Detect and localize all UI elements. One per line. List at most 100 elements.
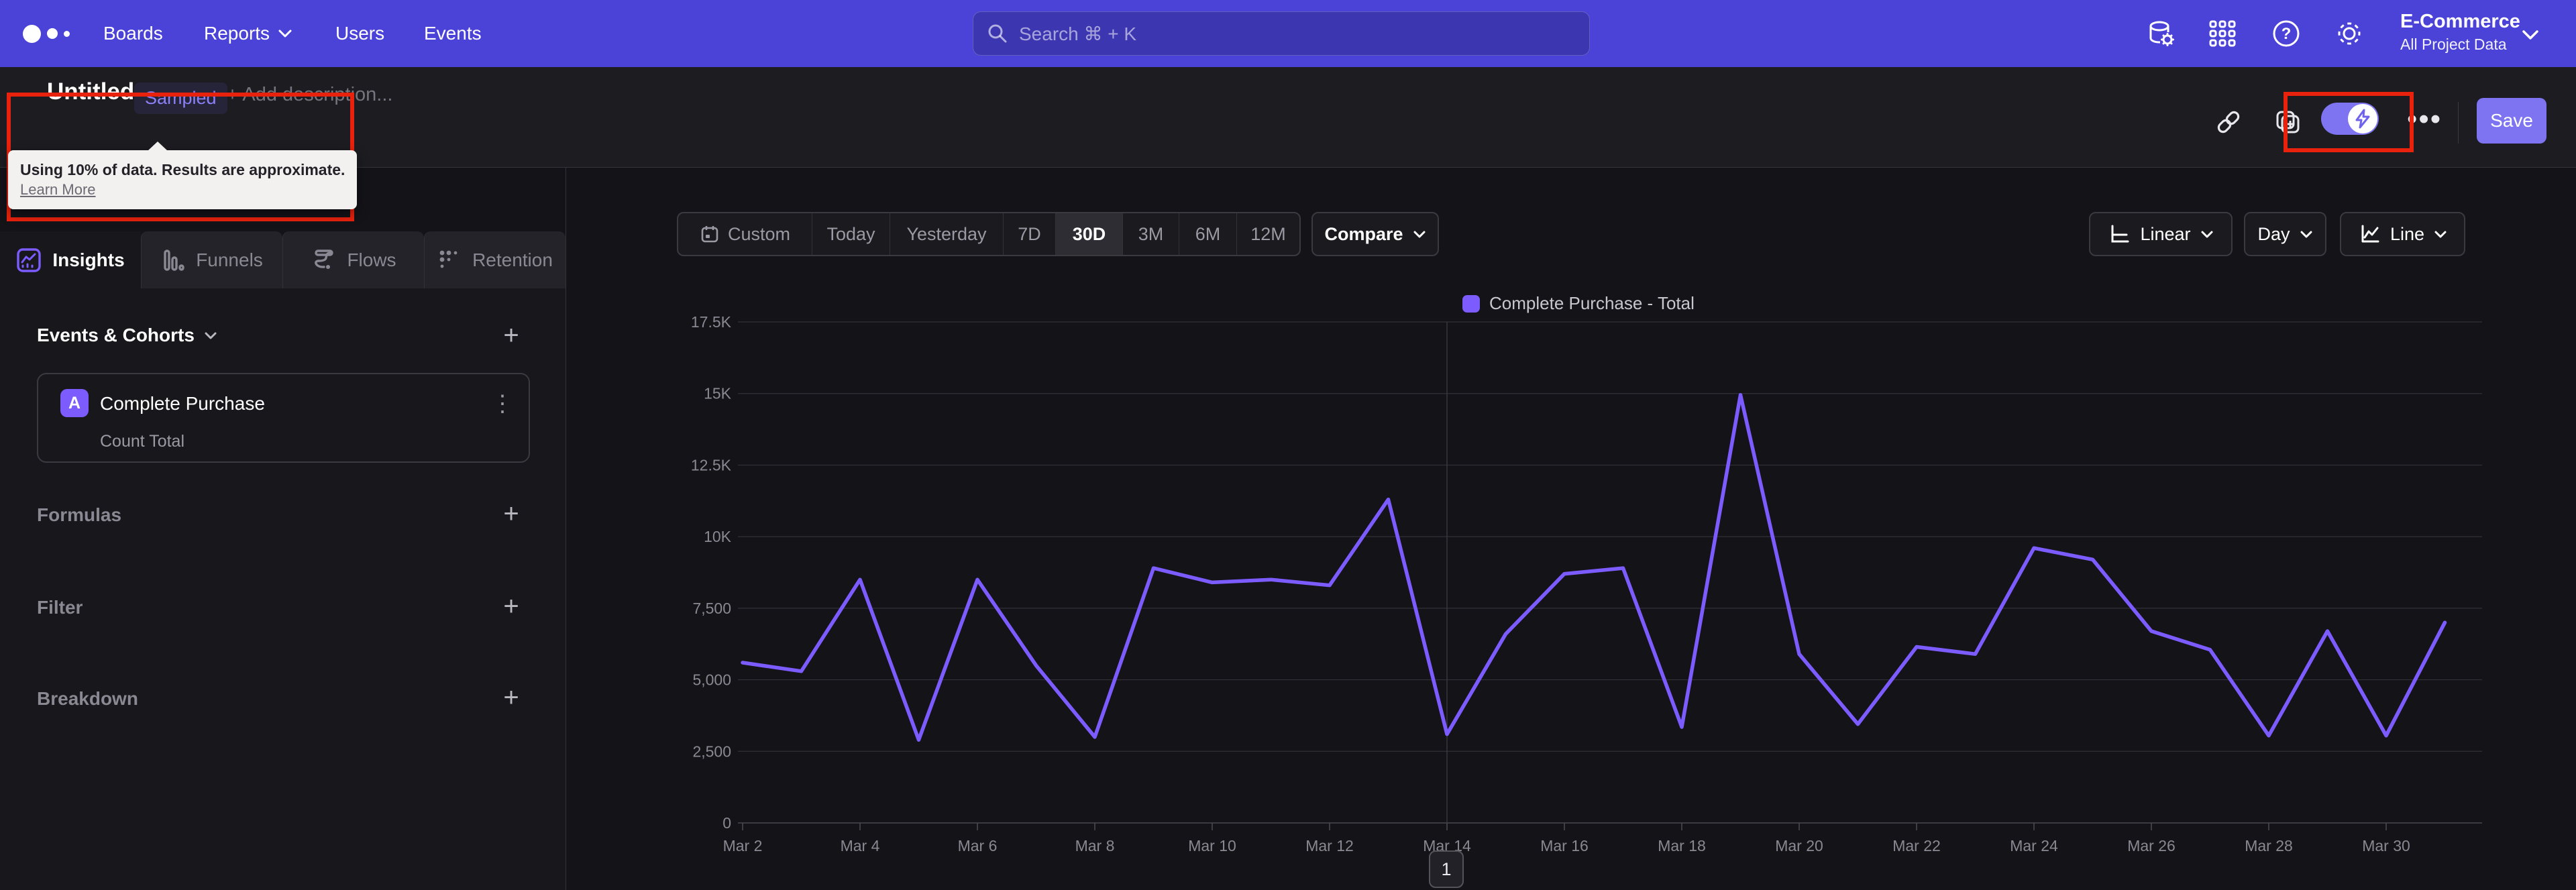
range-30d[interactable]: 30D <box>1055 213 1122 255</box>
x-axis-label: Mar 10 <box>1188 837 1236 854</box>
tab-label: Retention <box>472 249 553 270</box>
compare-button[interactable]: Compare <box>1311 212 1439 256</box>
y-axis-label: 12.5K <box>691 456 732 474</box>
tab-funnels[interactable]: Funnels <box>141 231 282 288</box>
y-axis-label: 7,500 <box>692 600 731 617</box>
chevron-down-icon <box>2201 231 2213 237</box>
tooltip-arrow <box>148 142 168 151</box>
tab-label: Flows <box>347 249 396 270</box>
search-icon <box>988 24 1007 43</box>
range-12m[interactable]: 12M <box>1236 213 1299 255</box>
event-card[interactable]: A Complete Purchase ⋮ Count Total <box>37 373 530 463</box>
nav-item-users[interactable]: Users <box>335 0 384 67</box>
section-formulas: Formulas <box>37 504 122 525</box>
tab-insights[interactable]: Insights <box>0 231 141 288</box>
data-management-icon[interactable] <box>2145 17 2177 50</box>
tab-flows[interactable]: Flows <box>282 231 424 288</box>
scale-dropdown[interactable]: Linear <box>2089 212 2233 256</box>
add-event-button[interactable]: + <box>495 321 527 353</box>
logo-dot-small <box>64 30 70 37</box>
search-placeholder: Search ⌘ + K <box>1019 23 1137 44</box>
apps-grid-icon[interactable] <box>2206 17 2239 50</box>
range-3m[interactable]: 3M <box>1122 213 1179 255</box>
nav-item-events[interactable]: Events <box>424 0 482 67</box>
section-filter: Filter <box>37 597 83 618</box>
svg-text:?: ? <box>2282 25 2292 43</box>
x-axis-label: Mar 6 <box>958 837 998 854</box>
tab-label: Funnels <box>196 249 263 270</box>
add-formula-button[interactable]: + <box>495 499 527 531</box>
tooltip-text: Using 10% of data. Results are approxima… <box>20 161 345 178</box>
nav-item-reports[interactable]: Reports <box>204 0 292 67</box>
chevron-down-icon <box>2300 231 2312 237</box>
mixpanel-logo[interactable] <box>23 0 70 67</box>
line-chart[interactable]: 0 2,500 5,000 7,500 10K 12.5K 15K 17.5K Mar 2 Mar… <box>637 295 2549 885</box>
events-cohorts-label: Events & Cohorts <box>37 325 195 345</box>
y-axis-label: 17.5K <box>691 313 732 331</box>
highlight-box-toggle <box>2284 92 2414 152</box>
chevron-down-icon <box>278 30 292 38</box>
sampling-tooltip: Using 10% of data. Results are approxima… <box>8 142 358 209</box>
range-today[interactable]: Today <box>812 213 890 255</box>
chevron-down-icon <box>205 332 217 339</box>
report-type-tabs: Insights Funnels Flows Retention <box>0 231 566 288</box>
range-custom[interactable]: Custom <box>678 213 812 255</box>
settings-gear-icon[interactable] <box>2333 17 2365 50</box>
y-axis-label: 15K <box>704 385 732 402</box>
y-axis-label: 10K <box>704 528 732 545</box>
x-axis-label: Mar 22 <box>1892 837 1941 854</box>
x-axis-label: Mar 12 <box>1305 837 1354 854</box>
data-series-line[interactable] <box>741 393 2447 742</box>
x-axis-label: Mar 2 <box>723 837 763 854</box>
range-7d[interactable]: 7D <box>1003 213 1055 255</box>
x-axis-label: Mar 18 <box>1658 837 1706 854</box>
learn-more-link[interactable]: Learn More <box>20 180 96 200</box>
date-range-control: Custom Today Yesterday 7D 30D 3M 6M 12M <box>677 212 1301 256</box>
report-header-bar <box>0 67 2576 168</box>
insights-icon <box>17 247 42 272</box>
chevron-down-icon <box>1413 231 1426 237</box>
event-name[interactable]: Complete Purchase <box>100 393 265 414</box>
search-input[interactable]: Search ⌘ + K <box>973 11 1590 56</box>
x-axis-label: Mar 28 <box>2245 837 2293 854</box>
x-axis-label: Mar 8 <box>1075 837 1115 854</box>
page-number-button[interactable]: 1 <box>1429 850 1464 888</box>
x-axis-label: Mar 26 <box>2127 837 2176 854</box>
y-axis-label: 0 <box>722 814 731 832</box>
section-breakdown: Breakdown <box>37 688 138 709</box>
nav-item-boards[interactable]: Boards <box>103 0 163 67</box>
event-kebab-menu[interactable]: ⋮ <box>491 390 514 417</box>
logo-dot-medium <box>47 28 58 39</box>
save-button[interactable]: Save <box>2477 98 2546 144</box>
header-divider <box>2458 102 2459 144</box>
tab-retention[interactable]: Retention <box>424 231 566 288</box>
y-axis-label: 2,500 <box>692 742 731 760</box>
events-cohorts-header[interactable]: Events & Cohorts <box>37 325 217 346</box>
funnels-icon <box>164 249 184 271</box>
project-chevron-down-icon <box>2522 30 2538 40</box>
chart-type-dropdown[interactable]: Line <box>2340 212 2465 256</box>
calendar-icon <box>701 226 718 243</box>
help-icon[interactable]: ? <box>2270 17 2302 50</box>
event-metric[interactable]: Count Total <box>100 432 184 451</box>
x-axis-label: Mar 16 <box>1540 837 1589 854</box>
range-6m[interactable]: 6M <box>1179 213 1236 255</box>
event-letter-badge: A <box>60 389 89 417</box>
chevron-down-icon <box>2434 231 2447 237</box>
line-chart-icon <box>2361 225 2379 243</box>
range-yesterday[interactable]: Yesterday <box>890 213 1003 255</box>
linear-scale-icon <box>2111 225 2129 243</box>
top-nav-bar: Boards Reports Users Events Search ⌘ + K… <box>0 0 2576 67</box>
add-breakdown-button[interactable]: + <box>495 683 527 715</box>
y-axis-label: 5,000 <box>692 671 731 689</box>
flows-icon <box>315 249 334 269</box>
add-filter-button[interactable]: + <box>495 592 527 624</box>
copy-link-icon[interactable] <box>2214 107 2243 137</box>
x-axis-label: Mar 4 <box>841 837 880 854</box>
mixpanel-insights-report: { "colors": { "nav_bg": "#4b42d8", "acce… <box>0 0 2576 890</box>
range-label: Custom <box>727 223 791 244</box>
logo-dot-large <box>23 24 41 43</box>
x-axis-label: Mar 20 <box>1775 837 1823 854</box>
granularity-dropdown[interactable]: Day <box>2244 212 2326 256</box>
tab-label: Insights <box>52 249 125 270</box>
